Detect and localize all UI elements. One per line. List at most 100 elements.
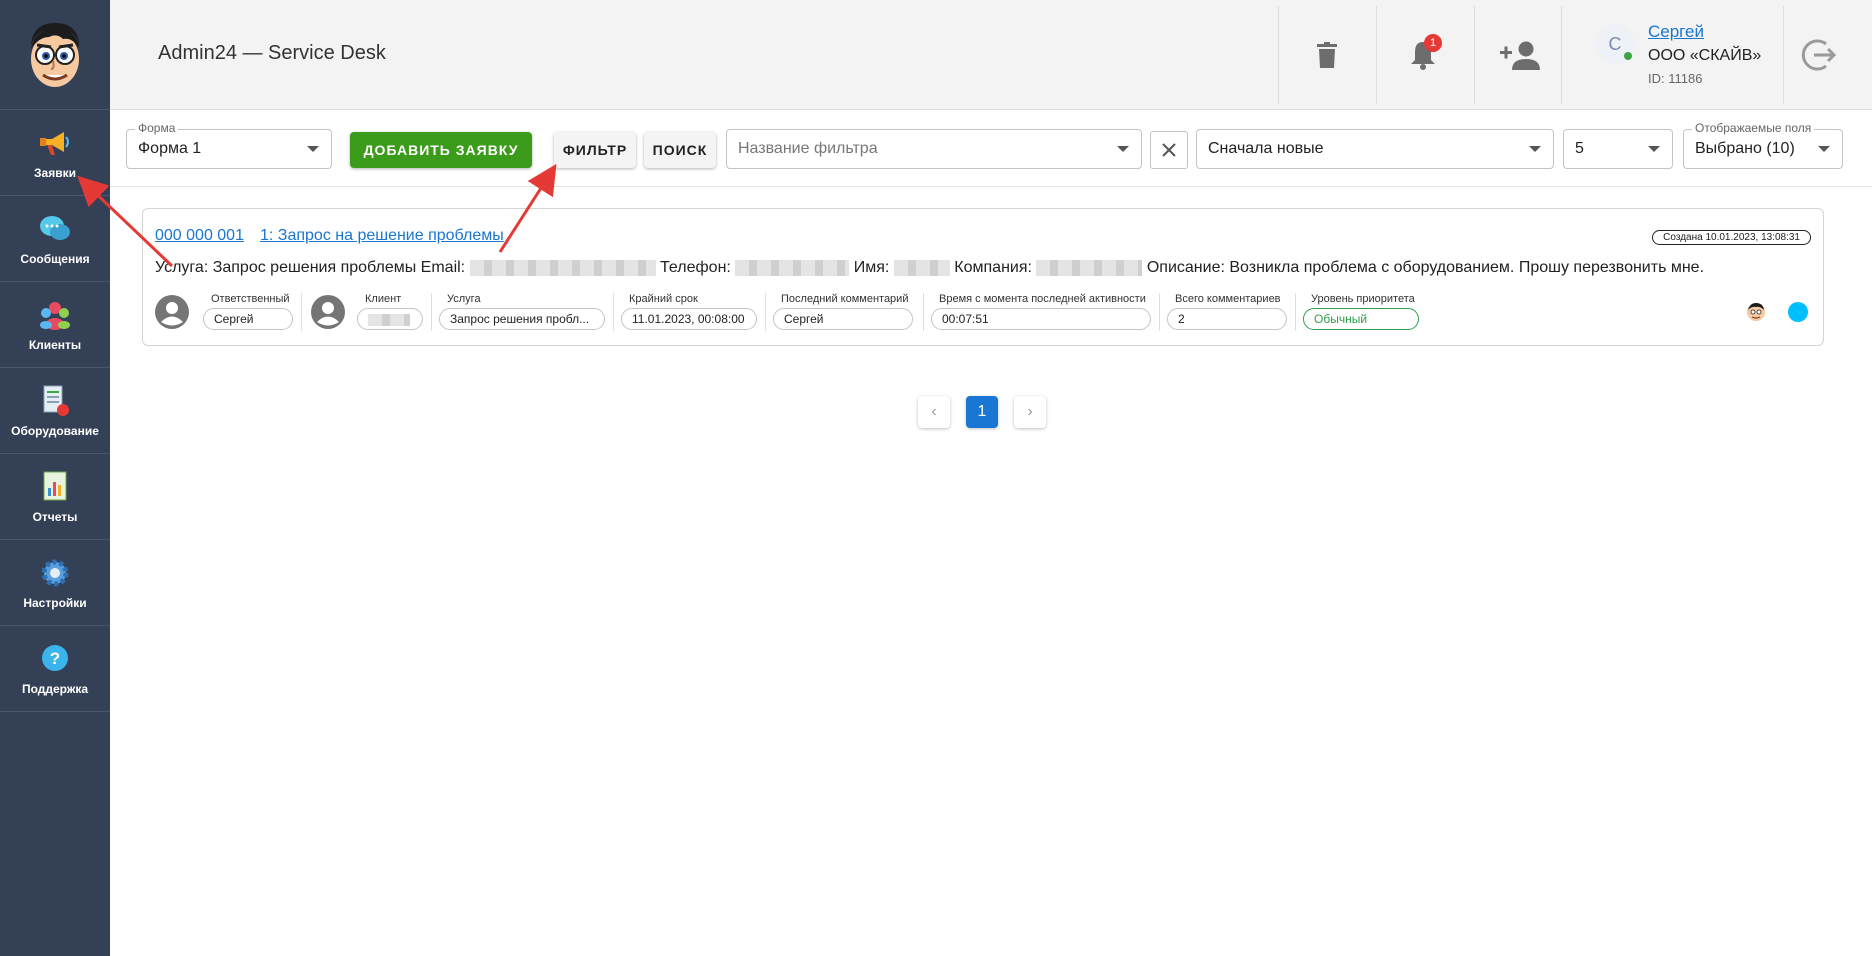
meta-responsible: Ответственный Сергей [203,293,295,333]
page-1-button[interactable]: 1 [966,396,998,428]
header: Admin24 — Service Desk 1 С Сергей ООО «С… [110,0,1872,110]
filter-name-select[interactable]: Название фильтра [726,129,1142,169]
prev-page-button[interactable]: ‹ [918,396,950,428]
meta-label: Последний комментарий [781,293,909,305]
online-status-indicator [1624,52,1632,60]
clear-filter-button[interactable] [1150,131,1188,169]
next-page-button[interactable]: › [1014,396,1046,428]
form-select-value: Форма 1 [138,140,202,157]
sidebar-item-label: Заявки [34,165,76,180]
caret-down-icon [307,146,319,152]
caret-down-icon [1818,146,1830,152]
sidebar-item-tickets[interactable]: Заявки [0,110,110,196]
meta-label: Всего комментариев [1175,293,1281,305]
caret-down-icon [1117,146,1129,152]
user-name-link[interactable]: Сергей [1648,22,1704,42]
form-select[interactable]: Форма Форма 1 [126,121,332,169]
sidebar-item-label: Настройки [23,595,87,610]
redacted-phone [735,259,850,276]
meta-divider [765,293,766,331]
meta-value-redacted[interactable] [357,308,423,330]
add-ticket-button[interactable]: ДОБАВИТЬ ЗАЯВКУ [350,132,532,168]
meta-label: Время с момента последней активности [939,293,1146,305]
notification-badge: 1 [1424,34,1442,52]
trash-icon [1317,42,1337,68]
meta-total-comments: Всего комментариев 2 [1167,293,1289,333]
chat-bubbles-icon [38,212,72,246]
meta-since-activity: Время с момента последней активности 00:… [931,293,1153,333]
header-divider [1783,6,1784,104]
meta-value[interactable]: 00:07:51 [931,308,1151,330]
meta-divider [301,293,302,331]
sort-select[interactable]: Сначала новые [1196,129,1554,169]
redacted-name [893,259,950,276]
desc-name: Имя: [853,259,890,276]
gear-icon [38,556,72,590]
sidebar-item-messages[interactable]: Сообщения [0,196,110,282]
notifications-button[interactable]: 1 [1398,30,1448,80]
sidebar-item-label: Отчеты [32,509,78,524]
sidebar-item-label: Клиенты [28,337,82,352]
meta-value[interactable]: Запрос решения пробл... [439,308,605,330]
meta-label: Услуга [447,293,481,305]
meta-priority: Уровень приоритета Обычный [1303,293,1443,333]
meta-divider [1295,293,1296,331]
redacted-company [1036,259,1143,276]
displayed-fields-label: Отображаемые поля [1692,121,1815,135]
logout-button[interactable] [1794,30,1844,80]
redacted-client [368,313,410,326]
header-divider [1474,6,1475,104]
meta-label: Ответственный [211,293,290,305]
logo[interactable] [0,0,110,110]
page-size-select[interactable]: 5 [1563,129,1673,169]
sidebar-item-settings[interactable]: Настройки [0,540,110,626]
filter-button[interactable]: ФИЛЬТР [554,132,636,168]
priority-badge[interactable]: Обычный [1303,308,1419,330]
displayed-fields-value: Выбрано (10) [1695,140,1795,157]
svg-text:?: ? [50,649,60,668]
sidebar-item-clients[interactable]: Клиенты [0,282,110,368]
sidebar-item-equipment[interactable]: Оборудование [0,368,110,454]
meta-value[interactable]: Сергей [773,308,913,330]
user-company: ООО «СКАЙВ» [1648,47,1762,64]
meta-value[interactable]: 2 [1167,308,1287,330]
meta-value[interactable]: 11.01.2023, 00:08:00 [621,308,757,330]
sidebar-item-support[interactable]: ? Поддержка [0,626,110,712]
user-id: ID: 11186 [1648,71,1703,86]
close-icon [1162,143,1176,157]
form-select-label: Форма [135,121,179,135]
meta-label: Крайний срок [629,293,698,305]
equipment-icon [38,384,72,418]
small-face-avatar-icon [1747,303,1765,321]
sidebar-item-label: Сообщения [20,251,90,266]
meta-value[interactable]: Сергей [203,308,293,330]
sidebar-item-reports[interactable]: Отчеты [0,454,110,540]
displayed-fields-select[interactable]: Отображаемые поля Выбрано (10) [1683,121,1843,169]
delete-button[interactable] [1302,30,1352,80]
meta-divider [923,293,924,331]
megaphone-icon [38,126,72,160]
header-divider [1561,6,1562,104]
logout-icon [1801,39,1837,71]
caret-down-icon [1648,146,1660,152]
meta-divider [431,293,432,331]
add-user-button[interactable] [1495,30,1545,80]
sidebar-item-label: Поддержка [21,681,89,696]
meta-deadline: Крайний срок 11.01.2023, 00:08:00 [621,293,759,333]
desc-phone: Телефон: [660,259,731,276]
sort-select-value: Сначала новые [1208,140,1324,157]
add-user-icon [1500,41,1540,70]
ticket-card[interactable]: 000 000 001 1: Запрос на решение проблем… [142,208,1824,346]
user-avatar-icon [311,295,345,329]
ticket-title-link[interactable]: 1: Запрос на решение проблемы [260,227,504,245]
toolbar: Форма Форма 1 ДОБАВИТЬ ЗАЯВКУ ФИЛЬТР ПОИ… [110,110,1872,187]
status-indicator-dot[interactable] [1788,302,1808,322]
created-date-badge: Создана 10.01.2023, 13:08:31 [1652,230,1811,245]
ticket-number-link[interactable]: 000 000 001 [155,227,244,245]
meta-divider [613,293,614,331]
sidebar: Заявки Сообщения Клиенты Оборудование От… [0,0,110,956]
search-button[interactable]: ПОИСК [644,132,716,168]
header-divider [1278,6,1279,104]
sidebar-item-label: Оборудование [11,423,99,438]
page-size-value: 5 [1575,140,1584,157]
